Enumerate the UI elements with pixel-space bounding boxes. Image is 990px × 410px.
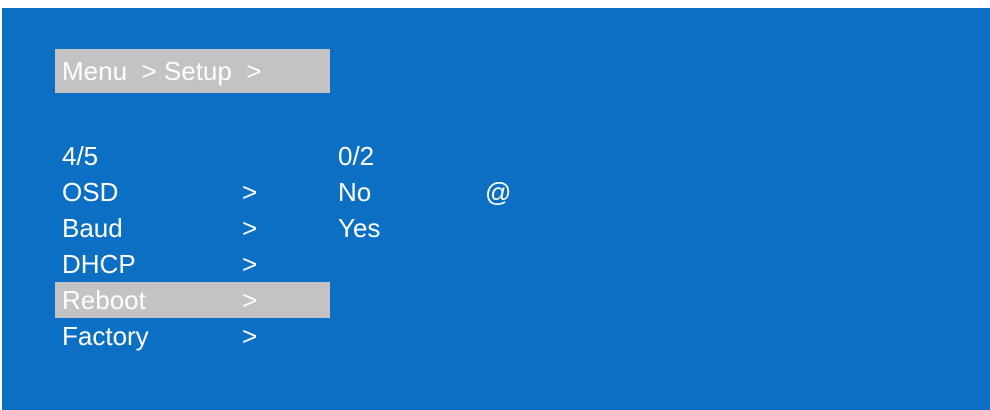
menu-item-label: OSD <box>62 177 119 207</box>
breadcrumb: Menu > Setup > <box>55 49 330 93</box>
menu-item-label: Factory <box>62 321 149 351</box>
submenu-arrow-icon: > <box>242 249 258 279</box>
option-no[interactable]: No <box>338 174 380 210</box>
menu-item-osd[interactable]: OSD > <box>55 174 330 210</box>
menu-page-indicator: 4/5 <box>62 141 99 171</box>
current-option-marker: @ <box>485 177 512 207</box>
osd-screen: Menu > Setup > 4/5 0/2 OSD > Baud > DHCP… <box>2 8 990 410</box>
submenu-arrow-icon: > <box>242 321 258 351</box>
option-yes[interactable]: Yes <box>338 210 380 246</box>
menu-item-baud[interactable]: Baud > <box>55 210 330 246</box>
menu-list: OSD > Baud > DHCP > Reboot > Factory > <box>55 174 330 354</box>
menu-item-dhcp[interactable]: DHCP > <box>55 246 330 282</box>
submenu-arrow-icon: > <box>242 213 258 243</box>
menu-item-label: DHCP <box>62 249 136 279</box>
menu-item-factory[interactable]: Factory > <box>55 318 330 354</box>
menu-item-label: Reboot <box>62 285 146 315</box>
option-page-indicator: 0/2 <box>338 141 375 171</box>
menu-item-label: Baud <box>62 213 123 243</box>
option-list: No Yes <box>338 174 380 246</box>
submenu-arrow-icon: > <box>242 177 258 207</box>
submenu-arrow-icon: > <box>242 285 258 315</box>
menu-item-reboot[interactable]: Reboot > <box>55 282 330 318</box>
